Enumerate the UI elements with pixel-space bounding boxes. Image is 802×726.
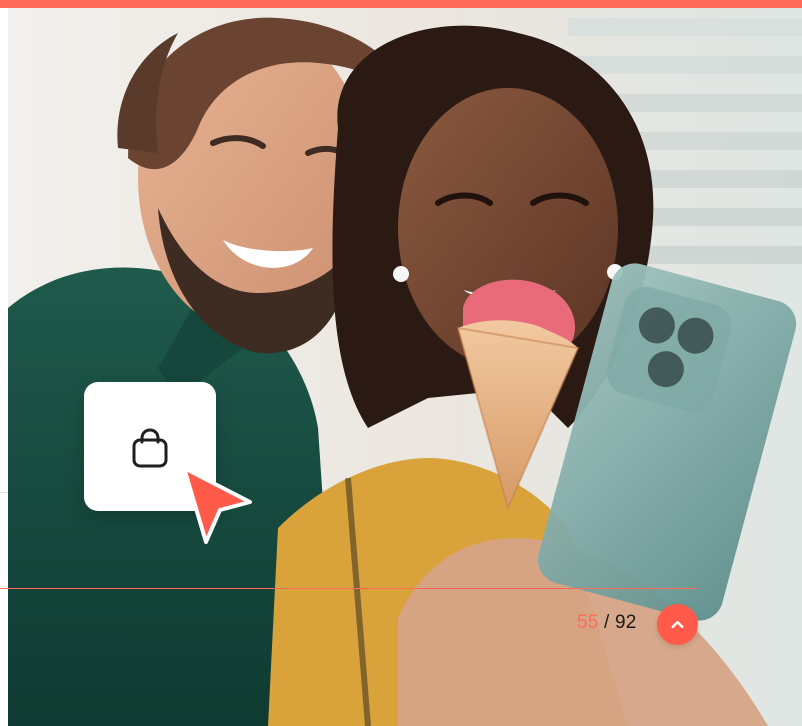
left-edge-divider bbox=[0, 492, 8, 493]
divider-line bbox=[0, 588, 697, 589]
scroll-to-top-button[interactable] bbox=[657, 604, 698, 645]
pagination-counter: 55 / 92 bbox=[577, 612, 637, 634]
pagination-total: 92 bbox=[614, 612, 637, 633]
pagination-current: 55 bbox=[577, 612, 599, 633]
left-edge-strip bbox=[0, 8, 8, 726]
shopping-bag-icon bbox=[132, 428, 168, 468]
top-accent-bar bbox=[0, 0, 802, 8]
page: 55 / 92 bbox=[0, 0, 802, 726]
chevron-up-icon bbox=[671, 620, 684, 629]
cursor-arrow-icon bbox=[182, 466, 252, 544]
pagination-separator: / bbox=[598, 612, 615, 633]
